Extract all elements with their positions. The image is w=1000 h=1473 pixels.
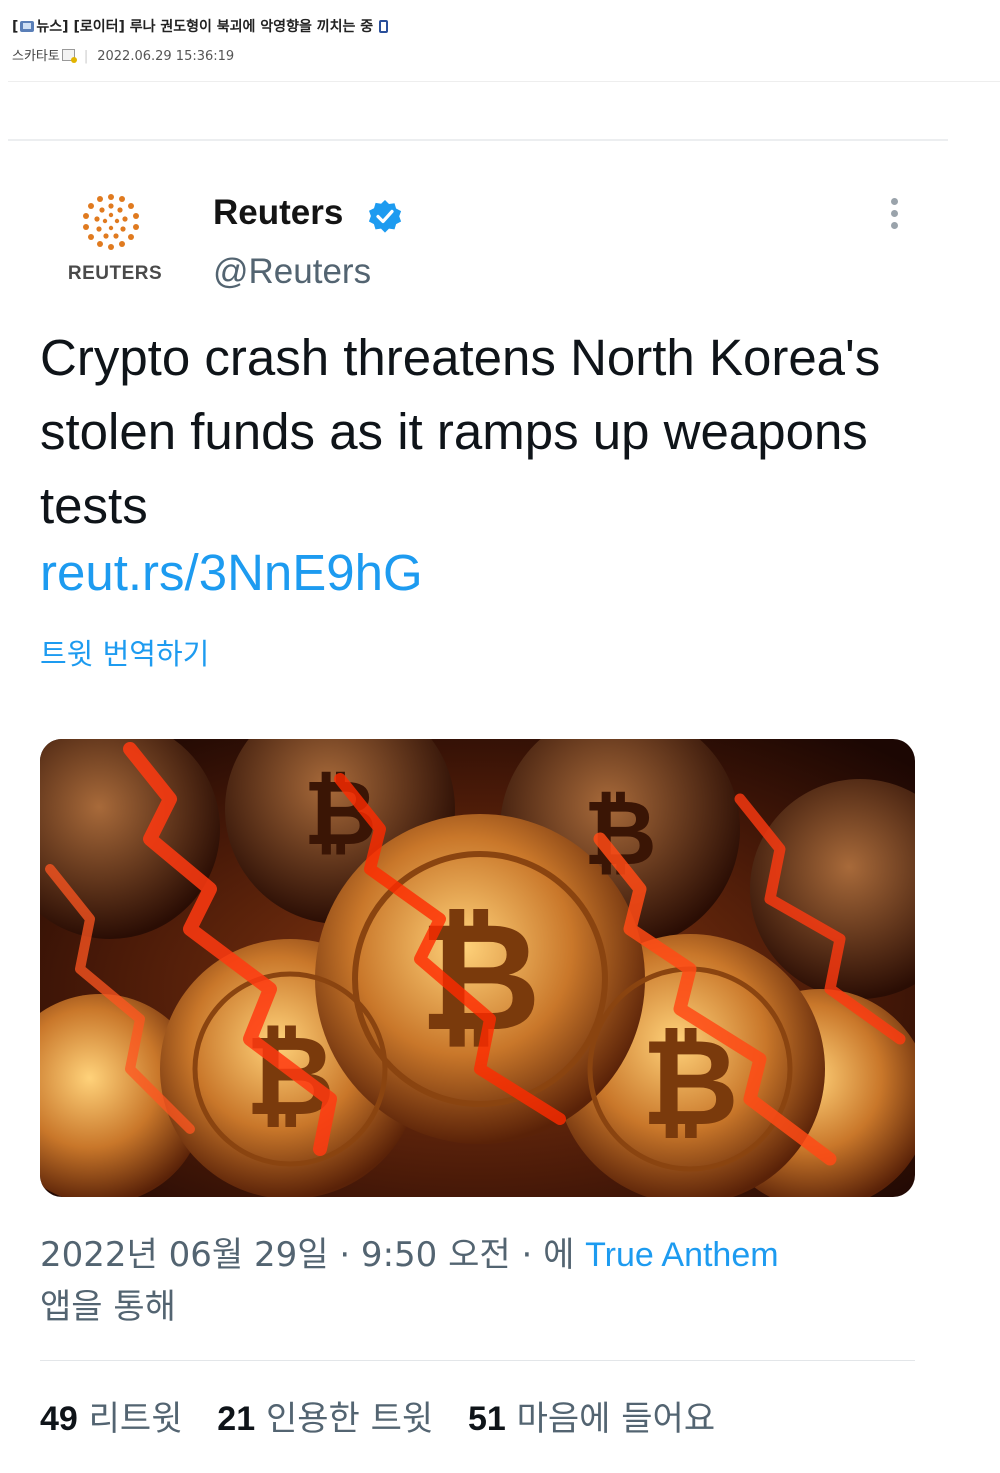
post-title-text: [로이터] 루나 권도형이 북괴에 악영향을 끼치는 중 [68, 19, 374, 35]
post-meta: 스카타토 | 2022.06.29 15:36:19 [12, 45, 234, 64]
more-options-icon[interactable] [888, 198, 900, 234]
post-datetime: 2022.06.29 15:36:19 [97, 49, 235, 64]
author-level-icon [61, 49, 77, 63]
account-handle[interactable]: @Reuters [213, 252, 371, 292]
account-name[interactable]: Reuters [213, 193, 343, 233]
retweets-stat[interactable]: 49 리트윗 [40, 1391, 182, 1440]
mobile-icon [379, 20, 389, 33]
retweets-count: 49 [40, 1400, 78, 1438]
reuters-dots-icon [83, 194, 139, 250]
timestamp-suffix: 앱을 통해 [40, 1287, 176, 1327]
post-category: 뉴스] [36, 19, 69, 35]
tweet-source-link[interactable]: True Anthem [585, 1236, 778, 1274]
verified-badge-icon [367, 198, 403, 238]
meta-separator: | [83, 49, 89, 64]
tweet-link[interactable]: reut.rs/3NnE9hG [40, 543, 423, 602]
tweet-text: Crypto crash threatens North Korea's sto… [40, 329, 881, 534]
tweet-stats: 49 리트윗 21 인용한 트윗 51 마음에 들어요 [40, 1391, 739, 1440]
tweet-timestamp: 2022년 06월 29일 · 9:50 오전 · 에 True Anthem 앱… [40, 1229, 920, 1333]
post-divider [8, 81, 1000, 82]
post-author[interactable]: 스카타토 [12, 49, 60, 64]
reuters-logo: REUTERS [60, 191, 170, 284]
tweet-screenshot: REUTERS Reuters @Reuters Crypto crash th… [8, 139, 948, 1473]
likes-count: 51 [467, 1400, 506, 1438]
retweets-label: 리트윗 [88, 1399, 183, 1439]
tweet-divider [40, 1360, 915, 1361]
likes-stat[interactable]: 51 마음에 들어요 [468, 1391, 715, 1440]
bitcoin-crash-image: ₿ ₿ ₿ ₿ ₿ [40, 739, 915, 1197]
timestamp-text: 2022년 06월 29일 · 9:50 오전 · 에 [40, 1235, 586, 1275]
post-header: [ 뉴스] [로이터] 루나 권도형이 북괴에 악영향을 끼치는 중 스카타토 | 2… [0, 0, 1000, 82]
tv-icon [20, 21, 35, 32]
reuters-wordmark: REUTERS [67, 263, 163, 284]
quote-tweets-label: 인용한 트윗 [265, 1399, 434, 1439]
post-title[interactable]: [ 뉴스] [로이터] 루나 권도형이 북괴에 악영향을 끼치는 중 [12, 16, 389, 36]
translate-tweet-link[interactable]: 트윗 번역하기 [40, 631, 209, 673]
tweet-image[interactable]: ₿ ₿ ₿ ₿ ₿ [40, 739, 915, 1197]
quote-tweets-stat[interactable]: 21 인용한 트윗 [217, 1391, 433, 1440]
likes-label: 마음에 들어요 [516, 1399, 716, 1439]
title-bracket: [ [12, 19, 19, 35]
quote-tweets-count: 21 [217, 1400, 256, 1438]
